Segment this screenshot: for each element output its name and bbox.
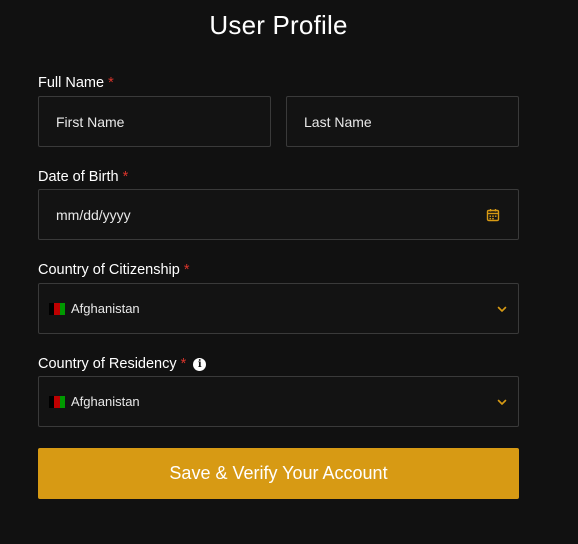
dob-label: Date of Birth * xyxy=(38,169,128,185)
residency-label: Country of Residency * i xyxy=(38,356,207,372)
citizenship-label-text: Country of Citizenship xyxy=(38,262,180,278)
full-name-label: Full Name * xyxy=(38,75,114,91)
last-name-placeholder: Last Name xyxy=(304,113,372,130)
citizenship-label: Country of Citizenship * xyxy=(38,262,190,278)
first-name-placeholder: First Name xyxy=(56,113,125,130)
required-mark: * xyxy=(122,169,129,185)
required-mark: * xyxy=(108,75,114,91)
calendar-icon[interactable] xyxy=(486,208,500,222)
required-mark: * xyxy=(183,262,190,278)
chevron-down-icon[interactable] xyxy=(496,303,508,315)
first-name-input[interactable]: First Name xyxy=(38,96,271,147)
user-profile-page: User Profile Full Name * First Name Last… xyxy=(0,0,578,544)
chevron-down-icon[interactable] xyxy=(496,396,508,408)
residency-selected-value: Afghanistan xyxy=(71,394,140,409)
dob-input[interactable]: mm/dd/yyyy xyxy=(38,189,519,240)
save-verify-button[interactable]: Save & Verify Your Account xyxy=(38,448,519,499)
dob-label-text: Date of Birth xyxy=(38,169,119,185)
afghanistan-flag-icon xyxy=(49,395,65,408)
residency-label-text: Country of Residency xyxy=(38,356,177,372)
citizenship-selected-value: Afghanistan xyxy=(71,301,140,316)
info-icon[interactable]: i xyxy=(193,357,207,371)
afghanistan-flag-icon xyxy=(49,302,65,315)
required-mark: * xyxy=(180,356,187,372)
last-name-input[interactable]: Last Name xyxy=(286,96,519,147)
residency-select[interactable]: Afghanistan xyxy=(38,376,519,427)
citizenship-select[interactable]: Afghanistan xyxy=(38,283,519,334)
full-name-label-text: Full Name xyxy=(38,75,105,91)
dob-placeholder: mm/dd/yyyy xyxy=(56,206,131,223)
page-title: User Profile xyxy=(209,10,348,40)
